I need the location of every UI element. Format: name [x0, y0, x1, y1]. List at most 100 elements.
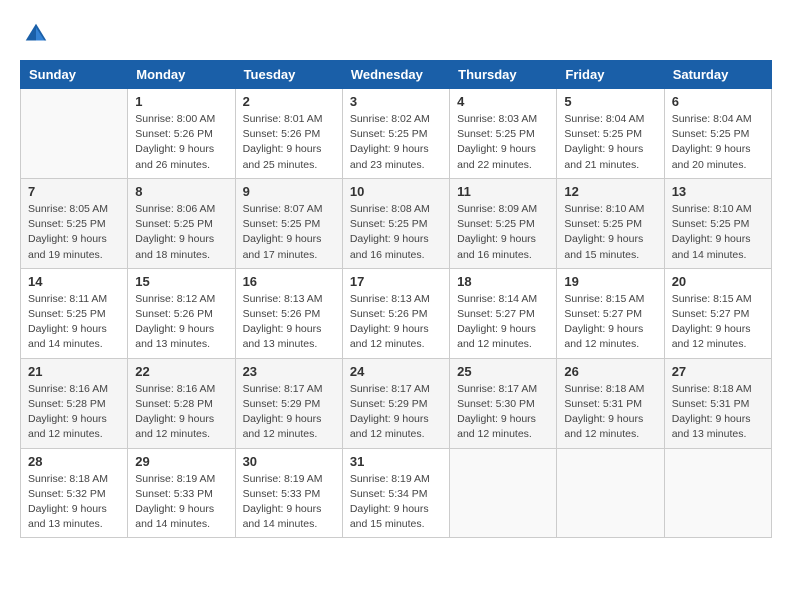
calendar-week-row: 21Sunrise: 8:16 AM Sunset: 5:28 PM Dayli… — [21, 358, 772, 448]
calendar-cell: 19 Sunrise: 8:15 AM Sunset: 5:27 PM Dayli… — [557, 268, 664, 358]
day-info: Sunrise: 8:16 AM Sunset: 5:28 PM Dayligh… — [28, 382, 120, 443]
day-info: Sunrise: 8:13 AM Sunset: 5:26 PM Dayligh… — [350, 292, 442, 353]
day-info: Sunrise: 8:04 AM Sunset: 5:25 PM Dayligh… — [672, 112, 764, 173]
day-info: Sunrise: 8:17 AM Sunset: 5:29 PM Dayligh… — [350, 382, 442, 443]
weekday-header-sunday: Sunday — [21, 61, 128, 89]
calendar-week-row: 1 Sunrise: 8:00 AM Sunset: 5:26 PM Daylig… — [21, 89, 772, 179]
weekday-header-wednesday: Wednesday — [342, 61, 449, 89]
day-info: Sunrise: 8:18 AM Sunset: 5:32 PM Dayligh… — [28, 472, 120, 533]
day-info: Sunrise: 8:04 AM Sunset: 5:25 PM Dayligh… — [564, 112, 656, 173]
day-number: 15 — [135, 274, 227, 289]
day-info: Sunrise: 8:05 AM Sunset: 5:25 PM Dayligh… — [28, 202, 120, 263]
calendar-cell — [557, 448, 664, 538]
day-number: 2 — [243, 94, 335, 109]
calendar-cell — [450, 448, 557, 538]
day-info: Sunrise: 8:00 AM Sunset: 5:26 PM Dayligh… — [135, 112, 227, 173]
calendar-cell: 21Sunrise: 8:16 AM Sunset: 5:28 PM Dayli… — [21, 358, 128, 448]
day-number: 16 — [243, 274, 335, 289]
calendar-cell: 8Sunrise: 8:06 AM Sunset: 5:25 PM Daylig… — [128, 178, 235, 268]
day-info: Sunrise: 8:03 AM Sunset: 5:25 PM Dayligh… — [457, 112, 549, 173]
weekday-header-saturday: Saturday — [664, 61, 771, 89]
day-number: 26 — [564, 364, 656, 379]
calendar-cell: 1 Sunrise: 8:00 AM Sunset: 5:26 PM Daylig… — [128, 89, 235, 179]
day-number: 29 — [135, 454, 227, 469]
day-number: 7 — [28, 184, 120, 199]
day-number: 4 — [457, 94, 549, 109]
calendar-week-row: 14 Sunrise: 8:11 AM Sunset: 5:25 PM Dayli… — [21, 268, 772, 358]
day-info: Sunrise: 8:02 AM Sunset: 5:25 PM Dayligh… — [350, 112, 442, 173]
calendar-cell: 11 Sunrise: 8:09 AM Sunset: 5:25 PM Dayli… — [450, 178, 557, 268]
weekday-header-tuesday: Tuesday — [235, 61, 342, 89]
calendar-header-row: SundayMondayTuesdayWednesdayThursdayFrid… — [21, 61, 772, 89]
calendar-cell: 3 Sunrise: 8:02 AM Sunset: 5:25 PM Daylig… — [342, 89, 449, 179]
calendar-cell: 18 Sunrise: 8:14 AM Sunset: 5:27 PM Dayli… — [450, 268, 557, 358]
day-info: Sunrise: 8:10 AM Sunset: 5:25 PM Dayligh… — [564, 202, 656, 263]
day-info: Sunrise: 8:18 AM Sunset: 5:31 PM Dayligh… — [564, 382, 656, 443]
day-info: Sunrise: 8:01 AM Sunset: 5:26 PM Dayligh… — [243, 112, 335, 173]
day-info: Sunrise: 8:10 AM Sunset: 5:25 PM Dayligh… — [672, 202, 764, 263]
day-number: 5 — [564, 94, 656, 109]
day-number: 22 — [135, 364, 227, 379]
calendar-cell: 24Sunrise: 8:17 AM Sunset: 5:29 PM Dayli… — [342, 358, 449, 448]
calendar-cell — [21, 89, 128, 179]
day-number: 28 — [28, 454, 120, 469]
day-number: 13 — [672, 184, 764, 199]
calendar-cell: 31 Sunrise: 8:19 AM Sunset: 5:34 PM Dayli… — [342, 448, 449, 538]
day-number: 23 — [243, 364, 335, 379]
day-info: Sunrise: 8:19 AM Sunset: 5:33 PM Dayligh… — [243, 472, 335, 533]
calendar-cell: 2 Sunrise: 8:01 AM Sunset: 5:26 PM Daylig… — [235, 89, 342, 179]
weekday-header-thursday: Thursday — [450, 61, 557, 89]
calendar-cell: 29 Sunrise: 8:19 AM Sunset: 5:33 PM Dayli… — [128, 448, 235, 538]
day-number: 11 — [457, 184, 549, 199]
day-info: Sunrise: 8:11 AM Sunset: 5:25 PM Dayligh… — [28, 292, 120, 353]
day-number: 14 — [28, 274, 120, 289]
calendar-cell: 28 Sunrise: 8:18 AM Sunset: 5:32 PM Dayli… — [21, 448, 128, 538]
day-number: 12 — [564, 184, 656, 199]
calendar-cell: 5 Sunrise: 8:04 AM Sunset: 5:25 PM Daylig… — [557, 89, 664, 179]
calendar-cell: 4 Sunrise: 8:03 AM Sunset: 5:25 PM Daylig… — [450, 89, 557, 179]
calendar-cell: 20 Sunrise: 8:15 AM Sunset: 5:27 PM Dayli… — [664, 268, 771, 358]
calendar-cell: 22 Sunrise: 8:16 AM Sunset: 5:28 PM Dayli… — [128, 358, 235, 448]
day-number: 27 — [672, 364, 764, 379]
day-number: 31 — [350, 454, 442, 469]
day-info: Sunrise: 8:12 AM Sunset: 5:26 PM Dayligh… — [135, 292, 227, 353]
calendar-cell: 15 Sunrise: 8:12 AM Sunset: 5:26 PM Dayli… — [128, 268, 235, 358]
day-info: Sunrise: 8:17 AM Sunset: 5:29 PM Dayligh… — [243, 382, 335, 443]
day-info: Sunrise: 8:15 AM Sunset: 5:27 PM Dayligh… — [672, 292, 764, 353]
day-number: 25 — [457, 364, 549, 379]
day-info: Sunrise: 8:09 AM Sunset: 5:25 PM Dayligh… — [457, 202, 549, 263]
day-number: 1 — [135, 94, 227, 109]
day-number: 10 — [350, 184, 442, 199]
day-info: Sunrise: 8:13 AM Sunset: 5:26 PM Dayligh… — [243, 292, 335, 353]
calendar-table: SundayMondayTuesdayWednesdayThursdayFrid… — [20, 60, 772, 538]
day-number: 6 — [672, 94, 764, 109]
weekday-header-monday: Monday — [128, 61, 235, 89]
calendar-cell: 10 Sunrise: 8:08 AM Sunset: 5:25 PM Dayli… — [342, 178, 449, 268]
calendar-cell: 13 Sunrise: 8:10 AM Sunset: 5:25 PM Dayli… — [664, 178, 771, 268]
day-info: Sunrise: 8:16 AM Sunset: 5:28 PM Dayligh… — [135, 382, 227, 443]
logo — [20, 20, 50, 44]
day-number: 19 — [564, 274, 656, 289]
day-info: Sunrise: 8:18 AM Sunset: 5:31 PM Dayligh… — [672, 382, 764, 443]
calendar-week-row: 28 Sunrise: 8:18 AM Sunset: 5:32 PM Dayli… — [21, 448, 772, 538]
calendar-cell: 30Sunrise: 8:19 AM Sunset: 5:33 PM Dayli… — [235, 448, 342, 538]
day-number: 20 — [672, 274, 764, 289]
calendar-cell: 26 Sunrise: 8:18 AM Sunset: 5:31 PM Dayli… — [557, 358, 664, 448]
day-info: Sunrise: 8:14 AM Sunset: 5:27 PM Dayligh… — [457, 292, 549, 353]
day-info: Sunrise: 8:15 AM Sunset: 5:27 PM Dayligh… — [564, 292, 656, 353]
day-info: Sunrise: 8:17 AM Sunset: 5:30 PM Dayligh… — [457, 382, 549, 443]
day-number: 18 — [457, 274, 549, 289]
day-info: Sunrise: 8:19 AM Sunset: 5:34 PM Dayligh… — [350, 472, 442, 533]
day-number: 3 — [350, 94, 442, 109]
day-info: Sunrise: 8:08 AM Sunset: 5:25 PM Dayligh… — [350, 202, 442, 263]
calendar-cell: 16 Sunrise: 8:13 AM Sunset: 5:26 PM Dayli… — [235, 268, 342, 358]
calendar-week-row: 7 Sunrise: 8:05 AM Sunset: 5:25 PM Daylig… — [21, 178, 772, 268]
calendar-cell: 17Sunrise: 8:13 AM Sunset: 5:26 PM Dayli… — [342, 268, 449, 358]
day-info: Sunrise: 8:19 AM Sunset: 5:33 PM Dayligh… — [135, 472, 227, 533]
day-info: Sunrise: 8:06 AM Sunset: 5:25 PM Dayligh… — [135, 202, 227, 263]
calendar-cell: 6 Sunrise: 8:04 AM Sunset: 5:25 PM Daylig… — [664, 89, 771, 179]
day-number: 9 — [243, 184, 335, 199]
page-header — [20, 20, 772, 44]
day-info: Sunrise: 8:07 AM Sunset: 5:25 PM Dayligh… — [243, 202, 335, 263]
weekday-header-friday: Friday — [557, 61, 664, 89]
